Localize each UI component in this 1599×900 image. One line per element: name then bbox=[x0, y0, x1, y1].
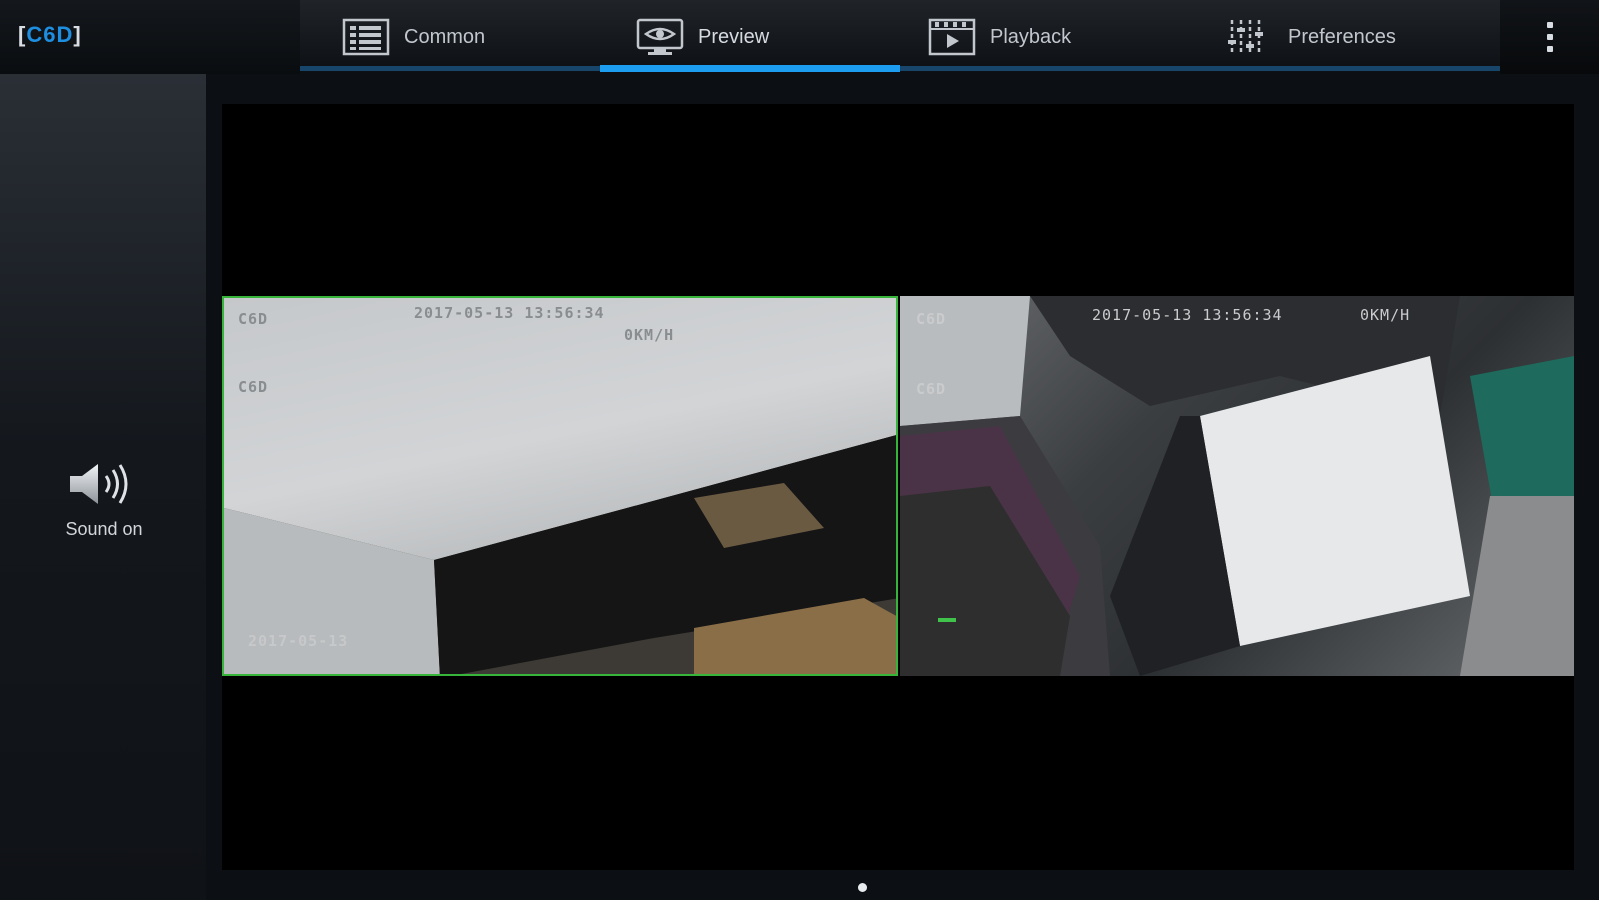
camera-timestamp: 2017-05-13 13:56:34 bbox=[414, 304, 605, 322]
list-grid-icon bbox=[342, 18, 390, 56]
tab-label: Common bbox=[404, 25, 486, 48]
eye-monitor-icon bbox=[636, 18, 684, 55]
camera-channel-label: C6D bbox=[916, 310, 947, 328]
tab-preview[interactable]: Preview bbox=[636, 0, 769, 74]
tab-label: Preferences bbox=[1288, 25, 1396, 48]
camera-channel-label-2: C6D bbox=[916, 380, 947, 398]
sound-toggle-button[interactable]: Sound on bbox=[34, 460, 174, 550]
film-play-icon bbox=[928, 18, 976, 56]
tab-label: Playback bbox=[990, 25, 1072, 48]
tab-label: Preview bbox=[698, 25, 770, 48]
app-logo: [C6D] bbox=[0, 0, 300, 74]
camera-speed: 0KM/H bbox=[624, 326, 675, 344]
sliders-icon bbox=[1228, 20, 1263, 54]
camera-image bbox=[900, 296, 1574, 676]
page-indicator bbox=[858, 883, 867, 892]
tab-playback[interactable]: Playback bbox=[928, 0, 1071, 74]
overflow-menu-button[interactable] bbox=[1530, 14, 1570, 60]
camera-timestamp: 2017-05-13 13:56:34 bbox=[1092, 306, 1283, 324]
camera-channel-label-2: C6D bbox=[238, 378, 269, 396]
camera-image bbox=[224, 435, 896, 674]
dot-icon bbox=[1547, 22, 1553, 28]
dot-icon bbox=[1547, 34, 1553, 40]
camera-channel-label: C6D bbox=[238, 310, 269, 328]
camera-feed-2[interactable]: C6D C6D 2017-05-13 13:56:34 0KM/H bbox=[900, 296, 1574, 676]
camera-bottom-text: 2017-05-13 bbox=[248, 632, 349, 650]
dot-icon bbox=[1547, 46, 1553, 52]
camera-speed: 0KM/H bbox=[1360, 306, 1411, 324]
speaker-icon bbox=[70, 464, 128, 504]
logo-text: C6D bbox=[26, 22, 74, 47]
sound-label: Sound on bbox=[65, 519, 143, 539]
tab-preferences[interactable]: Preferences bbox=[1226, 0, 1396, 74]
camera-feed-1[interactable]: C6D C6D 2017-05-13 13:56:34 0KM/H 2017-0… bbox=[222, 296, 898, 676]
top-bar: [C6D] Common Preview Playback Preference… bbox=[0, 0, 1599, 74]
tab-common[interactable]: Common bbox=[342, 0, 485, 74]
